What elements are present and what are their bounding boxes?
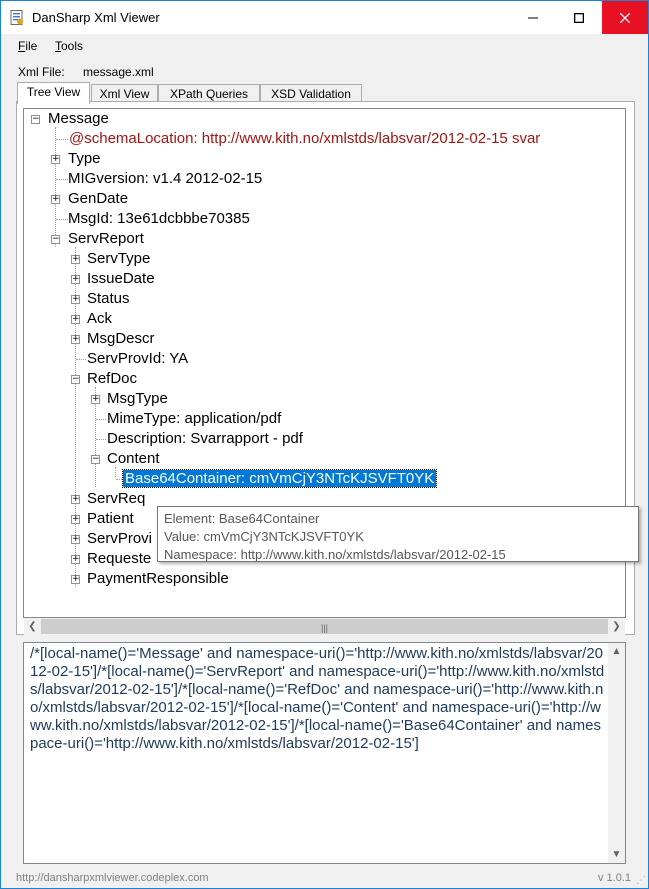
tooltip-namespace: Namespace: http://www.kith.no/xmlstds/la… [164,547,506,562]
expand-icon[interactable]: + [71,295,80,304]
tree-node-type[interactable]: Type [68,149,101,169]
app-window: DanSharp Xml Viewer File Tools Xml File:… [0,0,649,889]
tree-node-issuedate[interactable]: IssueDate [87,269,155,289]
collapse-icon[interactable]: − [71,375,80,384]
tree-node-description[interactable]: Description: Svarrapport - pdf [107,429,303,449]
collapse-icon[interactable]: − [51,235,60,244]
menu-file[interactable]: File [18,39,37,53]
tooltip-element: Element: Base64Container [164,511,320,526]
tree-connector [76,359,86,360]
title-bar[interactable]: DanSharp Xml Viewer [1,1,648,34]
grip-icon: ||| [320,623,329,633]
resize-grip-icon[interactable]: ⋰ [636,875,646,886]
scrollbar-thumb[interactable]: ||| [41,619,608,634]
menu-tools-label: ools [61,39,84,53]
project-url[interactable]: http://dansharpxmlviewer.codeplex.com [16,872,209,884]
expand-icon[interactable]: + [51,195,60,204]
tree-node-message[interactable]: Message [48,109,109,129]
tree-connector [56,139,68,140]
expand-icon[interactable]: + [71,575,80,584]
tree-node-servprovider[interactable]: ServProvi [87,529,152,549]
expand-icon[interactable]: + [71,555,80,564]
expand-icon[interactable]: + [71,535,80,544]
tab-xsd-validation[interactable]: XSD Validation [260,84,362,102]
tree-connector [56,179,68,180]
tree-node-msgtype[interactable]: MsgType [107,389,168,409]
status-bar: http://dansharpxmlviewer.codeplex.com v … [1,870,648,888]
expand-icon[interactable]: + [71,275,80,284]
close-icon [620,12,630,23]
tab-xml-view[interactable]: Xml View [91,84,158,102]
tree-node-paymentresponsible[interactable]: PaymentResponsible [87,569,229,589]
tree-node-content[interactable]: Content [107,449,160,469]
xml-file-value: message.xml [83,65,154,79]
collapse-icon[interactable]: − [91,455,100,464]
tab-tree-view[interactable]: Tree View [17,82,90,104]
tree-node-msgdescr[interactable]: MsgDescr [87,329,155,349]
selected-node-label: Base64Container: cmVmCjY3NTcKJSVFT0YK [121,469,438,488]
app-icon [10,10,23,25]
tree-connector [55,127,56,247]
expand-icon[interactable]: + [71,335,80,344]
minimize-button[interactable] [510,1,556,34]
expand-icon[interactable]: + [71,515,80,524]
tree-node-requester[interactable]: Requeste [87,549,151,569]
minimize-icon [528,17,538,18]
window-title: DanSharp Xml Viewer [32,10,160,25]
expand-icon[interactable]: + [91,395,100,404]
tree-node-servreport[interactable]: ServReport [68,229,144,249]
menu-tools[interactable]: Tools [55,39,83,53]
xpath-vertical-scrollbar[interactable]: ▲ ▼ [608,643,625,863]
tree-horizontal-scrollbar[interactable]: ❮ ||| ❯ [24,618,625,635]
tree-node-mimetype[interactable]: MimeType: application/pdf [107,409,281,429]
scroll-down-icon[interactable]: ▼ [608,846,625,863]
tree-node-servreq[interactable]: ServReq [87,489,145,509]
collapse-icon[interactable]: − [31,115,40,124]
xpath-output-box[interactable]: /*[local-name()='Message' and namespace-… [23,642,626,864]
tree-node-servprovid[interactable]: ServProvId: YA [87,349,188,369]
version-label: v 1.0.1 [597,872,631,884]
tree-node-servtype[interactable]: ServType [87,249,150,269]
tree-node-msgid[interactable]: MsgId: 13e61dcbbbe70385 [68,209,250,229]
expand-icon[interactable]: + [71,495,80,504]
tree-node-ack[interactable]: Ack [87,309,112,329]
maximize-button[interactable] [556,1,602,34]
expand-icon[interactable]: + [71,255,80,264]
close-button[interactable] [602,1,648,34]
tab-xpath-queries[interactable]: XPath Queries [158,84,260,102]
tree-node-migversion[interactable]: MIGversion: v1.4 2012-02-15 [68,169,262,189]
tree-node-gendate[interactable]: GenDate [68,189,128,209]
scroll-right-icon[interactable]: ❯ [608,618,625,635]
tree-node-refdoc[interactable]: RefDoc [87,369,137,389]
menu-file-label: ile [25,39,38,53]
tree-node-base64container[interactable]: Base64Container: cmVmCjY3NTcKJSVFT0YK [121,469,438,489]
tree-node-schema-location[interactable]: @schemaLocation: http://www.kith.no/xmls… [69,129,540,149]
tree-connector [56,219,68,220]
tree-node-status[interactable]: Status [87,289,130,309]
expand-icon[interactable]: + [71,315,80,324]
xpath-text[interactable]: /*[local-name()='Message' and namespace-… [30,645,608,753]
scroll-up-icon[interactable]: ▲ [608,643,625,660]
tooltip-value: Value: cmVmCjY3NTcKJSVFT0YK [164,529,364,544]
menu-bar: File Tools [1,35,648,57]
scroll-left-icon[interactable]: ❮ [24,618,41,635]
xml-file-label: Xml File: [18,65,65,79]
maximize-icon [574,12,584,23]
node-tooltip: Element: Base64Container Value: cmVmCjY3… [157,506,639,562]
tree-connector [96,419,106,420]
tree-node-patient[interactable]: Patient [87,509,134,529]
expand-icon[interactable]: + [51,155,60,164]
tree-connector [96,439,106,440]
